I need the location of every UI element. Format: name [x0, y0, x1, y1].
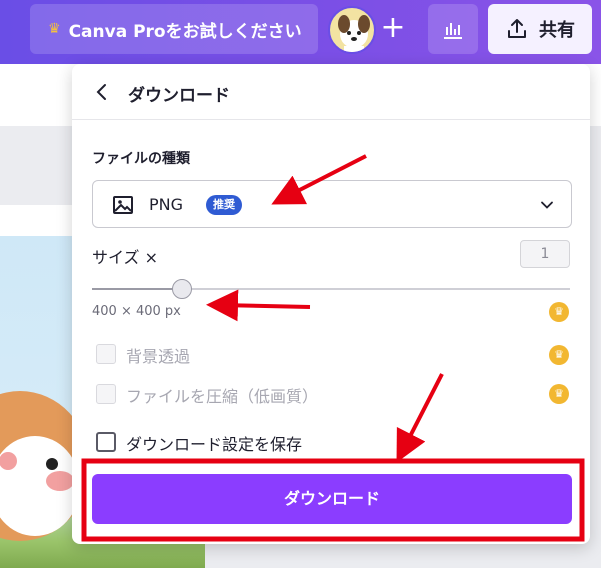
- transparent-background-checkbox[interactable]: [96, 344, 116, 364]
- file-type-value: PNG: [149, 195, 184, 214]
- insights-button[interactable]: [428, 4, 478, 54]
- bar-chart-icon: [444, 23, 462, 39]
- file-type-select[interactable]: PNG 推奨: [92, 180, 572, 228]
- download-panel: ダウンロード ファイルの種類 PNG 推奨 サイズ × 1 400 × 400 …: [72, 64, 590, 544]
- compress-file-checkbox[interactable]: [96, 384, 116, 404]
- file-type-label: ファイルの種類: [92, 151, 190, 167]
- transparent-background-label: 背景透過: [126, 347, 191, 366]
- chevron-left-icon[interactable]: [90, 80, 114, 104]
- recommended-badge: 推奨: [206, 195, 242, 215]
- size-label: サイズ ×: [92, 248, 159, 267]
- try-canva-pro-label: Canva Proをお試しください: [68, 21, 302, 42]
- avatar[interactable]: [328, 6, 376, 54]
- plus-label: +: [380, 10, 406, 45]
- size-input[interactable]: 1: [520, 240, 570, 268]
- crown-icon: ♛: [549, 302, 569, 322]
- share-upload-icon: [508, 19, 526, 38]
- size-slider-fill: [92, 288, 182, 290]
- download-button[interactable]: ダウンロード: [92, 474, 572, 524]
- crown-icon: ♛: [549, 384, 569, 404]
- crown-icon: ♛: [48, 21, 61, 37]
- panel-title: ダウンロード: [128, 86, 230, 106]
- share-label: 共有: [539, 20, 575, 41]
- try-canva-pro-button[interactable]: ♛ Canva Proをお試しください: [30, 4, 318, 54]
- panel-header: ダウンロード: [72, 64, 590, 120]
- save-download-settings-checkbox[interactable]: [96, 432, 116, 452]
- compress-file-label: ファイルを圧縮（低画質）: [126, 387, 319, 406]
- chevron-down-icon: [541, 201, 553, 209]
- save-download-settings-label: ダウンロード設定を保存: [126, 435, 303, 454]
- size-slider-thumb[interactable]: [172, 279, 192, 299]
- share-button[interactable]: 共有: [488, 4, 592, 54]
- crown-icon: ♛: [549, 345, 569, 365]
- image-icon: [113, 196, 133, 214]
- top-bar: ♛ Canva Proをお試しください + 共有: [0, 0, 601, 64]
- add-collaborator-button[interactable]: +: [372, 8, 414, 50]
- dimensions-text: 400 × 400 px: [92, 304, 181, 319]
